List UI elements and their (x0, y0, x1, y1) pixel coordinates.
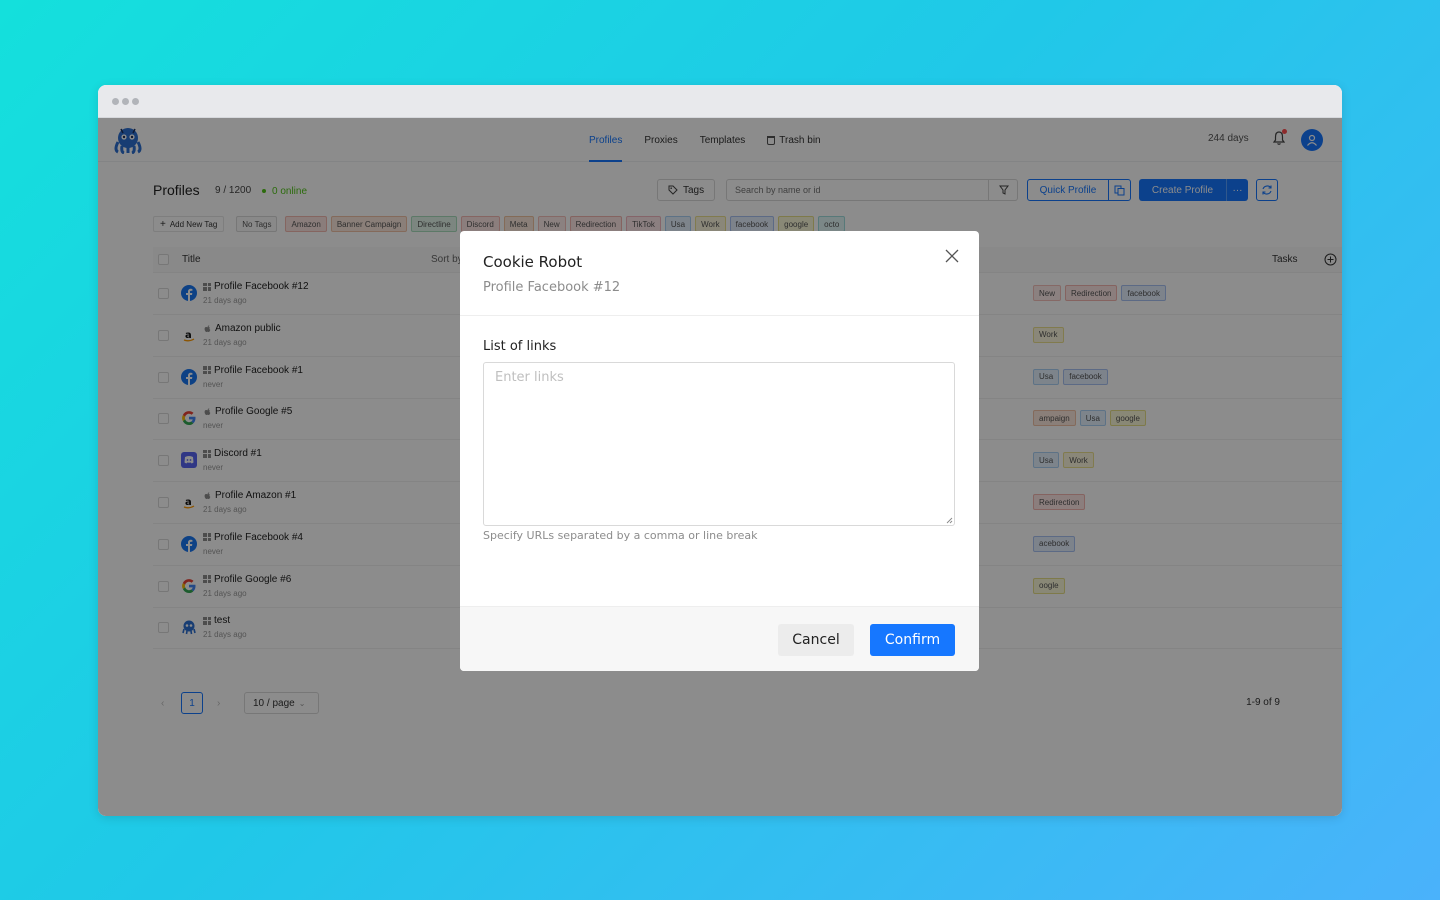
links-field-hint: Specify URLs separated by a comma or lin… (483, 529, 758, 542)
window-dot (112, 97, 119, 105)
links-textarea[interactable] (483, 362, 955, 526)
cancel-button[interactable]: Cancel (778, 624, 854, 656)
dialog-title: Cookie Robot (483, 253, 583, 271)
confirm-button[interactable]: Confirm (870, 624, 955, 656)
window-dot (122, 97, 129, 105)
links-field-label: List of links (483, 339, 557, 354)
close-icon[interactable] (944, 248, 960, 264)
resize-grip-icon[interactable] (946, 517, 953, 524)
dialog-subtitle: Profile Facebook #12 (483, 280, 621, 295)
app-window: Profiles Proxies Templates Trash bin 244… (98, 85, 1342, 816)
dialog-footer: Cancel Confirm (460, 606, 979, 671)
cookie-robot-dialog: Cookie Robot Profile Facebook #12 List o… (460, 231, 979, 671)
dialog-header: Cookie Robot Profile Facebook #12 (460, 231, 979, 316)
window-titlebar (98, 85, 1342, 118)
window-dot (132, 97, 139, 105)
